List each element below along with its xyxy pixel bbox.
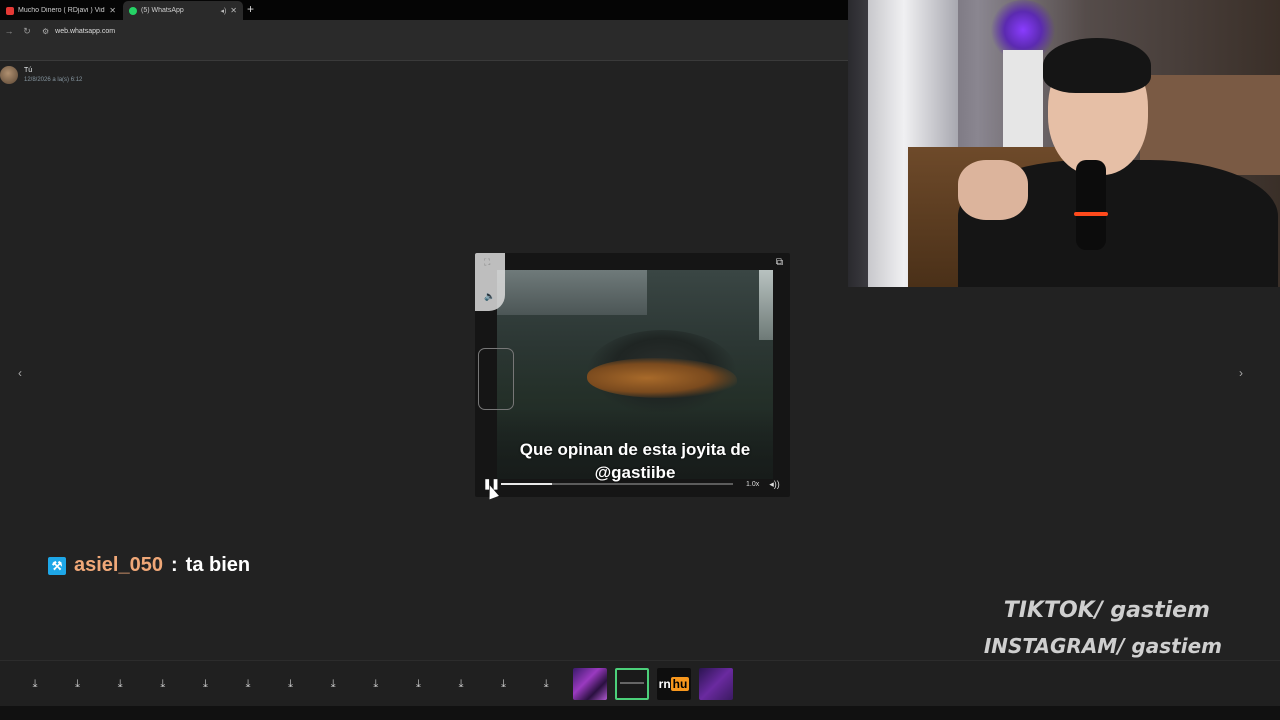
download-icon[interactable]: ⤓ <box>278 671 304 697</box>
microphone <box>1076 160 1106 250</box>
tab-whatsapp[interactable]: (5) WhatsApp ◂) ✕ <box>123 1 243 20</box>
webcam-overlay <box>848 0 1280 287</box>
popout-icon[interactable]: ⧉ <box>776 257 783 268</box>
download-icon[interactable]: ⤓ <box>65 671 91 697</box>
bottom-strip <box>0 706 1280 720</box>
close-icon[interactable]: ✕ <box>230 6 237 15</box>
prev-media-button[interactable]: ‹ <box>18 366 22 380</box>
progress-bar[interactable] <box>501 483 733 485</box>
url-text: web.whatsapp.com <box>55 27 116 35</box>
tab-title: (5) WhatsApp <box>141 7 184 14</box>
video-scene-light <box>759 270 773 340</box>
instagram-handle: INSTAGRAM/ gastiem <box>983 634 1222 658</box>
url-field[interactable]: ⚙ web.whatsapp.com <box>42 27 115 36</box>
download-icon[interactable]: ⤓ <box>491 671 517 697</box>
thumbnail-line <box>620 682 644 684</box>
site-info-icon[interactable]: ⚙ <box>42 27 49 36</box>
download-icon[interactable]: ⤓ <box>107 671 133 697</box>
microphone-light <box>1074 212 1108 216</box>
download-icon[interactable]: ⤓ <box>533 671 559 697</box>
playback-speed[interactable]: 1.0x <box>746 481 759 488</box>
youtube-icon <box>6 6 14 15</box>
video-controls: ❚❚ 1.0x ◂)) <box>475 475 790 493</box>
expand-icon[interactable]: ⛶ <box>484 257 490 268</box>
sender-date: 12/8/2026 a la(s) 6:12 <box>24 77 83 83</box>
reload-icon[interactable]: ↻ <box>18 26 36 37</box>
close-icon[interactable]: ✕ <box>109 6 116 15</box>
avatar <box>0 66 18 84</box>
side-controls: ⛶ 🔈 <box>475 253 505 311</box>
tab-youtube[interactable]: Mucho Dinero ( RDjavi ) Video ✕ <box>0 1 122 20</box>
video-scene-wall <box>497 270 647 315</box>
download-icon[interactable]: ⤓ <box>405 671 431 697</box>
video-player[interactable]: ⛶ 🔈 ⧉ Que opinan de esta joyita de @gast… <box>475 253 790 497</box>
stream-chat-message: ⚒ asiel_050 : ta bien <box>48 554 250 577</box>
address-bar: → ↻ ⚙ web.whatsapp.com <box>0 20 848 42</box>
new-tab-button[interactable]: + <box>247 2 254 16</box>
download-icon[interactable]: ⤓ <box>22 671 48 697</box>
chat-badge-icon: ⚒ <box>48 556 66 575</box>
caption-line-1: Que opinan de esta joyita de <box>519 440 751 459</box>
download-icon[interactable]: ⤓ <box>235 671 261 697</box>
webcam-person-hair <box>1043 38 1151 93</box>
overlay-frame <box>478 348 514 410</box>
taskbar-thumbnail[interactable] <box>699 668 733 700</box>
sender-name: Tú <box>24 67 33 74</box>
webcam-person-hand <box>958 160 1028 220</box>
tab-title: Mucho Dinero ( RDjavi ) Video <box>18 7 106 14</box>
webcam-shelf <box>1003 50 1043 150</box>
download-icon[interactable]: ⤓ <box>150 671 176 697</box>
chat-username: asiel_050 <box>74 554 163 576</box>
taskbar-thumbnail[interactable] <box>573 668 607 700</box>
progress-fill <box>501 483 553 485</box>
video-scene-object-orange <box>587 358 737 398</box>
whatsapp-icon <box>129 6 137 15</box>
forward-icon[interactable]: → <box>0 26 18 36</box>
media-sender: Tú 12/8/2026 a la(s) 6:12 <box>0 66 82 84</box>
chat-message-text: ta bien <box>185 554 251 576</box>
download-icon[interactable]: ⤓ <box>320 671 346 697</box>
thumbnail-badge: hu <box>670 677 690 691</box>
speaker-icon[interactable]: ◂) <box>220 7 226 15</box>
screen: Mucho Dinero ( RDjavi ) Video ✕ (5) What… <box>0 0 1280 720</box>
taskbar: rn hu ⤓ ⤓ ⤓ ⤓ ⤓ ⤓ ⤓ ⤓ ⤓ ⤓ ⤓ ⤓ ⤓ <box>0 660 1280 706</box>
chat-separator: : <box>170 554 178 576</box>
next-media-button[interactable]: › <box>1239 366 1243 380</box>
bookmark-bar <box>0 42 848 61</box>
browser-tab-bar: Mucho Dinero ( RDjavi ) Video ✕ (5) What… <box>0 0 848 20</box>
tiktok-handle: TIKTOK/ gastiem <box>1003 598 1210 623</box>
thumbnail-text: rn <box>658 677 671 691</box>
taskbar-thumbnail-active[interactable] <box>615 668 649 700</box>
download-icon[interactable]: ⤓ <box>363 671 389 697</box>
taskbar-thumbnail[interactable]: rn hu <box>657 668 691 700</box>
download-icon[interactable]: ⤓ <box>192 671 218 697</box>
download-icon[interactable]: ⤓ <box>448 671 474 697</box>
volume-icon[interactable]: ◂)) <box>769 479 780 490</box>
volume-icon[interactable]: 🔈 <box>484 291 495 302</box>
